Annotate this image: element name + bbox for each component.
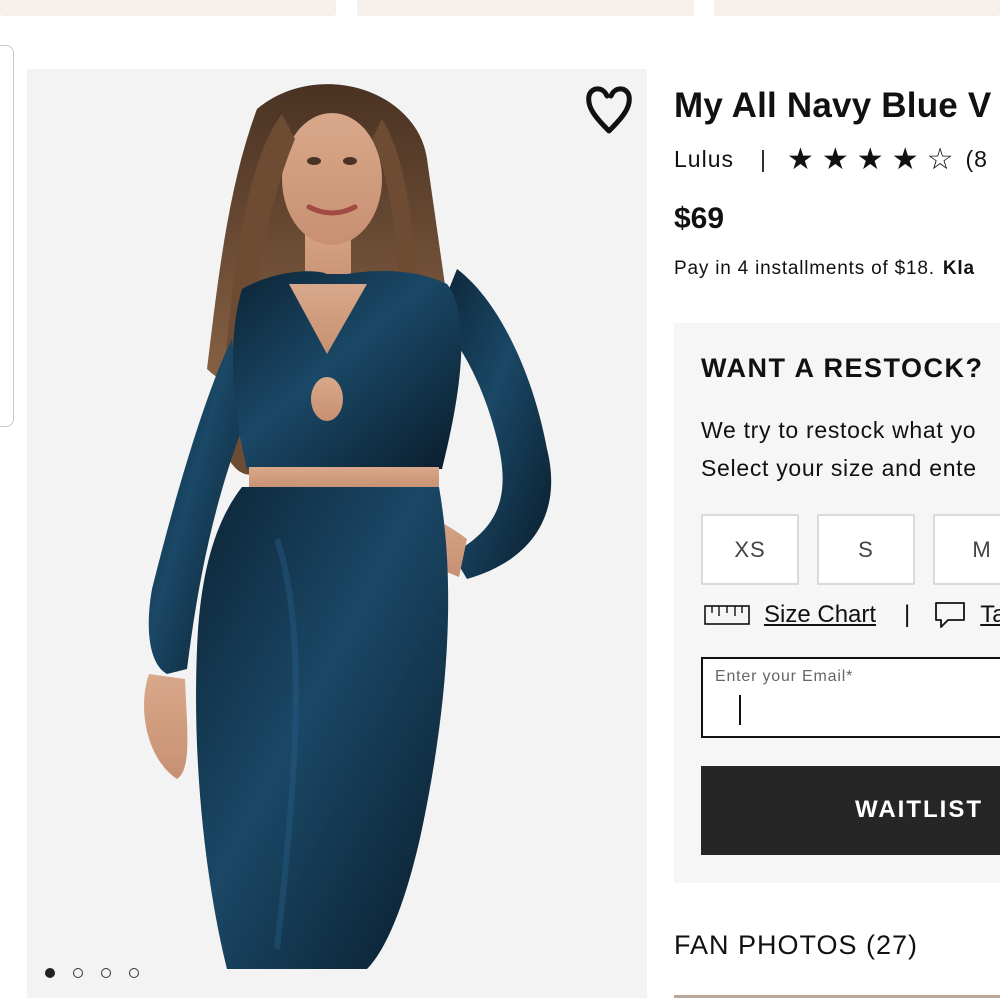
carousel-dots [45, 968, 139, 978]
email-field[interactable]: Enter your Email* [701, 657, 1000, 738]
size-option-xs[interactable]: XS [701, 514, 799, 585]
top-thumbnail-2[interactable] [357, 0, 694, 16]
restock-panel: WANT A RESTOCK? We try to restock what y… [674, 323, 1000, 883]
waitlist-button[interactable]: WAITLIST [701, 766, 1000, 855]
speech-bubble-icon [935, 602, 966, 628]
star-empty-icon: ☆ [926, 143, 954, 176]
star-full-icon: ★ [786, 143, 814, 176]
restock-description-line-1: We try to restock what yo [701, 417, 977, 443]
product-image[interactable] [27, 69, 647, 998]
size-option-m[interactable]: M [933, 514, 1000, 585]
separator: | [759, 146, 767, 172]
product-price: $69 [674, 202, 725, 235]
star-full-icon: ★ [821, 143, 849, 176]
size-option-s[interactable]: S [817, 514, 915, 585]
brand-rating-row: Lulus | ★ ★ ★ ★ ☆ (8 [674, 142, 988, 177]
installments-info: Pay in 4 installments of $18. Kla [674, 258, 975, 280]
restock-description: We try to restock what yo Select your si… [701, 411, 977, 487]
model-photo [27, 69, 647, 998]
installments-text: Pay in 4 installments of $18. [674, 258, 935, 279]
side-drawer-tab[interactable] [0, 45, 14, 427]
top-thumbnail-1[interactable] [0, 0, 336, 16]
true-to-size-link[interactable]: Ta [980, 601, 1000, 629]
carousel-dot-4[interactable] [129, 968, 139, 978]
product-title: My All Navy Blue V [674, 86, 992, 125]
size-chart-link[interactable]: Size Chart [764, 601, 876, 629]
email-label: Enter your Email* [715, 668, 854, 685]
star-full-icon: ★ [856, 143, 884, 176]
heart-icon[interactable] [583, 81, 635, 139]
size-links-row: Size Chart | Ta [704, 601, 1000, 629]
brand-link[interactable]: Lulus [674, 146, 734, 173]
carousel-dot-3[interactable] [101, 968, 111, 978]
text-cursor [739, 695, 741, 725]
star-full-icon: ★ [891, 143, 919, 176]
restock-description-line-2: Select your size and ente [701, 455, 977, 481]
restock-heading: WANT A RESTOCK? [701, 353, 984, 383]
email-input[interactable] [715, 695, 1000, 731]
klarna-logo[interactable]: Kla [943, 258, 975, 279]
review-count[interactable]: (8 [966, 146, 988, 173]
carousel-dot-2[interactable] [73, 968, 83, 978]
top-thumbnail-3[interactable] [714, 0, 1000, 16]
size-selector: XS S M [701, 514, 1000, 585]
ruler-icon [704, 605, 750, 625]
carousel-dot-1[interactable] [45, 968, 55, 978]
waitlist-label: WAITLIST [855, 796, 983, 823]
fan-photos-heading: FAN PHOTOS (27) [674, 930, 919, 960]
separator: | [904, 601, 911, 628]
star-rating[interactable]: ★ ★ ★ ★ ☆ [787, 142, 954, 177]
